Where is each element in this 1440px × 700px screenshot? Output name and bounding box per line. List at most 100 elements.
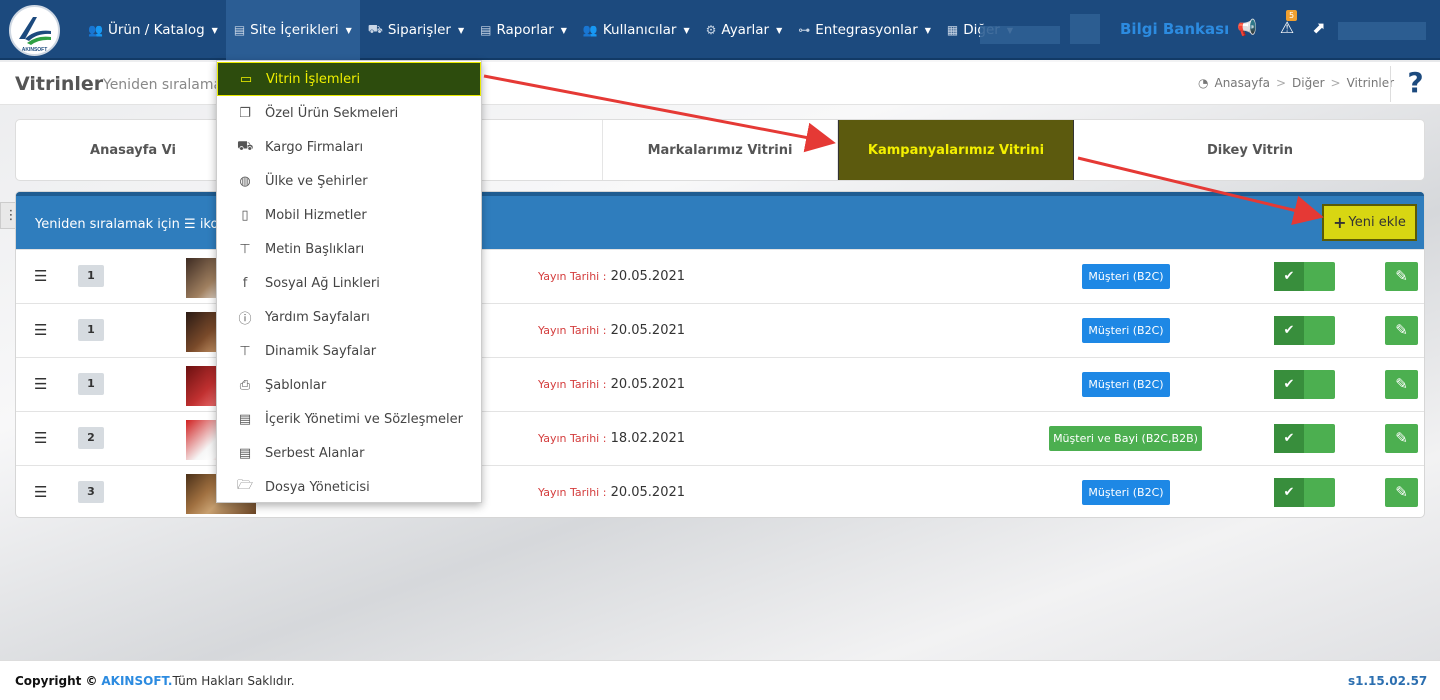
drag-handle-icon[interactable]: ☰ (34, 267, 47, 285)
date-value: 20.05.2021 (610, 323, 686, 338)
site-icerikleri-dropdown: ▭ Vitrin İşlemleri ❐ Özel Ürün Sekmeleri ⛟ Ka… (216, 60, 482, 503)
active-toggle[interactable]: ✔ (1274, 316, 1335, 345)
info-icon: ⓘ (238, 311, 252, 327)
dropdown-item[interactable]: 🗁 Dosya Yöneticisi (217, 470, 481, 504)
chevron-down-icon: ▼ (776, 25, 783, 35)
dropdown-item[interactable]: f Sosyal Ağ Linkleri (217, 266, 481, 300)
nav-label: Ayarlar (721, 22, 770, 38)
date-value: 20.05.2021 (610, 269, 686, 284)
nav-urun-katalog[interactable]: 👥 Ürün / Katalog ▼ (80, 0, 226, 60)
tab-kampanyalarimiz-vitrini[interactable]: Kampanyalarımız Vitrini (838, 120, 1074, 180)
plus-icon: + (1333, 213, 1347, 232)
check-icon: ✔ (1274, 424, 1304, 453)
redacted-user-area[interactable] (1338, 22, 1426, 40)
check-icon: ✔ (1274, 262, 1304, 291)
pencil-icon: ✎ (1395, 375, 1408, 393)
help-icon[interactable]: ? (1390, 66, 1440, 102)
dropdown-item[interactable]: ▤ İçerik Yönetimi ve Sözleşmeler (217, 402, 481, 436)
nav-kullanicilar[interactable]: 👥 Kullanıcılar ▼ (575, 0, 698, 60)
nav-label: Kullanıcılar (602, 22, 677, 38)
edit-button[interactable]: ✎ (1385, 316, 1418, 345)
window-icon: ❐ (239, 105, 251, 121)
order-number: 1 (78, 319, 104, 341)
edit-button[interactable]: ✎ (1385, 478, 1418, 507)
top-navbar: AKINSOFT 👥 Ürün / Katalog ▼ ▤ Site İçerikle… (0, 0, 1440, 60)
date-value: 20.05.2021 (610, 485, 686, 500)
dropdown-item[interactable]: ▤ Serbest Alanlar (217, 436, 481, 470)
breadcrumb: ◔ Anasayfa > Diğer > Vitrinler (1198, 76, 1394, 90)
dropdown-item-label: Serbest Alanlar (265, 445, 365, 461)
breadcrumb-home[interactable]: Anasayfa (1214, 76, 1269, 90)
copyright-label: Copyright © (15, 674, 98, 688)
chevron-down-icon: ▼ (683, 25, 690, 35)
nav-label: Site İçerikleri (250, 22, 339, 38)
drag-handle-icon[interactable]: ☰ (34, 429, 47, 447)
tab-dikey-vitrin[interactable]: Dikey Vitrin (1074, 120, 1424, 180)
breadcrumb-mid[interactable]: Diğer (1292, 76, 1325, 90)
active-toggle[interactable]: ✔ (1274, 262, 1335, 291)
active-toggle[interactable]: ✔ (1274, 370, 1335, 399)
version-label: s1.15.02.57 (1348, 674, 1428, 688)
dropdown-item[interactable]: ⎙ Şablonlar (217, 368, 481, 402)
nav-site-icerikleri[interactable]: ▤ Site İçerikleri ▼ (225, 0, 360, 60)
redacted-area (980, 26, 1060, 44)
pencil-icon: ✎ (1395, 267, 1408, 285)
breadcrumb-separator: > (1330, 76, 1341, 90)
folder-open-icon: 🗁 (237, 478, 254, 493)
nav-entegrasyonlar[interactable]: ⊶ Entegrasyonlar ▼ (790, 0, 939, 60)
list-icon: ☰ (184, 217, 196, 232)
print-icon: ⎙ (239, 377, 251, 393)
edit-button[interactable]: ✎ (1385, 424, 1418, 453)
breadcrumb-current: Vitrinler (1346, 76, 1395, 90)
file-icon: ▤ (480, 23, 492, 37)
drag-handle-icon[interactable]: ☰ (34, 321, 47, 339)
check-icon: ✔ (1274, 370, 1304, 399)
customer-segment-badge: Müşteri (B2C) (1082, 318, 1170, 343)
dropdown-item[interactable]: ⓘ Yardım Sayfaları (217, 300, 481, 334)
akinsoft-logo[interactable]: AKINSOFT (9, 5, 60, 56)
order-number: 2 (78, 427, 104, 449)
active-toggle[interactable]: ✔ (1274, 478, 1335, 507)
tab-markalarimiz-vitrini[interactable]: Markalarımız Vitrini (603, 120, 838, 180)
order-number: 3 (78, 481, 104, 503)
nav-siparisler[interactable]: ⛟ Siparişler ▼ (360, 0, 472, 60)
dropdown-item[interactable]: ⛟ Kargo Firmaları (217, 130, 481, 164)
dropdown-item[interactable]: ▭ Vitrin İşlemleri (217, 62, 481, 96)
nav-ayarlar[interactable]: ⚙ Ayarlar ▼ (698, 0, 791, 60)
main-nav: 👥 Ürün / Katalog ▼ ▤ Site İçerikleri ▼ ⛟ Sipa… (80, 0, 1021, 60)
copyright: Copyright © AKINSOFT.Tüm Hakları Saklıdı… (15, 674, 295, 688)
external-link-icon[interactable]: ⬈ (1308, 18, 1330, 37)
dropdown-item[interactable]: ◍ Ülke ve Şehirler (217, 164, 481, 198)
publish-date: Yayın Tarihi : 20.05.2021 (538, 323, 685, 338)
drag-handle-icon[interactable]: ☰ (34, 483, 47, 501)
bilgi-bankasi-link[interactable]: Bilgi Bankası (1120, 20, 1229, 38)
date-label: Yayın Tarihi : (538, 324, 607, 337)
truck-icon: ⛟ (237, 138, 254, 154)
dropdown-item[interactable]: ❐ Özel Ürün Sekmeleri (217, 96, 481, 130)
add-new-label: Yeni ekle (1348, 215, 1406, 230)
dropdown-item[interactable]: ⊤ Dinamik Sayfalar (217, 334, 481, 368)
rights-text: Tüm Hakları Saklıdır. (172, 674, 295, 688)
add-new-button[interactable]: + Yeni ekle (1322, 204, 1417, 241)
megaphone-icon[interactable]: 📢 (1236, 18, 1258, 37)
pencil-icon: ✎ (1395, 429, 1408, 447)
dropdown-item[interactable]: ⊤ Metin Başlıkları (217, 232, 481, 266)
truck-icon: ⛟ (367, 22, 383, 36)
brand-link[interactable]: AKINSOFT. (101, 674, 172, 688)
gears-icon: ⚙ (705, 23, 717, 37)
edit-button[interactable]: ✎ (1385, 370, 1418, 399)
edit-button[interactable]: ✎ (1385, 262, 1418, 291)
dropdown-item[interactable]: ▯ Mobil Hizmetler (217, 198, 481, 232)
date-label: Yayın Tarihi : (538, 432, 607, 445)
publish-date: Yayın Tarihi : 20.05.2021 (538, 485, 685, 500)
active-toggle[interactable]: ✔ (1274, 424, 1335, 453)
dropdown-item-label: Özel Ürün Sekmeleri (265, 105, 399, 121)
dropdown-item-label: Şablonlar (265, 377, 327, 393)
pencil-icon: ✎ (1395, 483, 1408, 501)
date-label: Yayın Tarihi : (538, 486, 607, 499)
dropdown-item-label: Dinamik Sayfalar (265, 343, 377, 359)
dropdown-item-label: Yardım Sayfaları (265, 309, 370, 325)
drag-handle-icon[interactable]: ☰ (34, 375, 47, 393)
facebook-icon: f (242, 275, 248, 291)
nav-raporlar[interactable]: ▤ Raporlar ▼ (472, 0, 575, 60)
